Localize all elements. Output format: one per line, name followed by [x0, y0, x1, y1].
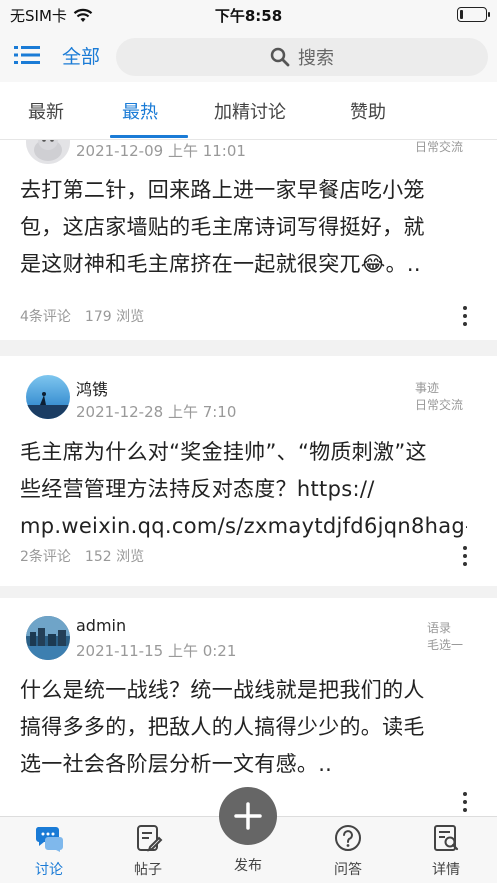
- tab-sponsor[interactable]: 赞助: [350, 98, 386, 124]
- post-tags: 诗词 日常交流: [415, 140, 463, 156]
- avatar[interactable]: [26, 140, 70, 164]
- publish-fab-button[interactable]: [219, 787, 277, 845]
- chat-icon: [35, 827, 63, 852]
- more-options-icon[interactable]: [461, 544, 469, 568]
- plus-icon: [234, 802, 262, 830]
- post-meta: 2条评论 152 浏览: [20, 546, 144, 566]
- tag[interactable]: 日常交流: [415, 397, 463, 414]
- post-body[interactable]: 去打第二针，回来路上进一家早餐店吃小笼 包，这店家墙贴的毛主席诗词写得挺好，就 …: [20, 172, 467, 283]
- avatar[interactable]: [26, 616, 70, 660]
- author-name[interactable]: 鸿镌: [76, 376, 108, 400]
- more-options-icon[interactable]: [461, 790, 469, 814]
- nav-qa[interactable]: 问答: [318, 823, 378, 879]
- battery-icon: [457, 7, 490, 22]
- post-text-line: 包，这店家墙贴的毛主席诗词写得挺好，就: [20, 215, 425, 239]
- post-text-line: 什么是统一战线？统一战线就是把我们的人: [20, 678, 425, 702]
- search-input[interactable]: 搜索: [116, 38, 488, 76]
- question-icon: [335, 825, 361, 851]
- nav-label: 帖子: [134, 862, 162, 878]
- post-text-line: 去打第二针，回来路上进一家早餐店吃小笼: [20, 178, 425, 202]
- landscape-avatar-icon: [26, 375, 70, 419]
- post-feed[interactable]: 巴然 2021-12-09 上午 11:01 诗词 日常交流 去打第二针，回来路…: [0, 140, 497, 816]
- post-date: 2021-12-09 上午 11:01: [76, 142, 246, 160]
- post-tags: 事迹 日常交流: [415, 380, 463, 414]
- author-name[interactable]: admin: [76, 616, 126, 635]
- top-bar: 全部 搜索: [0, 30, 497, 82]
- post-text-line: 搞得多多的，把敌人的人搞得少少的。读毛: [20, 715, 425, 739]
- post-text-line: 选一社会各阶层分析一文有感。..: [20, 752, 333, 776]
- post-date: 2021-12-28 上午 7:10: [76, 403, 237, 421]
- tab-featured[interactable]: 加精讨论: [214, 98, 286, 124]
- menu-list-icon[interactable]: [14, 44, 40, 66]
- post-text-line: 是这财神和毛主席挤在一起就很突兀😂。..: [20, 252, 421, 276]
- tab-latest[interactable]: 最新: [28, 98, 64, 124]
- post-card[interactable]: 巴然 2021-12-09 上午 11:01 诗词 日常交流 去打第二针，回来路…: [0, 140, 497, 340]
- post-date: 2021-11-15 上午 0:21: [76, 642, 237, 660]
- more-options-icon[interactable]: [461, 304, 469, 328]
- nav-posts[interactable]: 帖子: [118, 823, 178, 879]
- tag[interactable]: 语录: [427, 620, 463, 637]
- detail-search-icon: [434, 825, 459, 851]
- nav-label: 发布: [234, 858, 262, 874]
- edit-note-icon: [137, 825, 163, 852]
- tag[interactable]: 毛选一: [427, 637, 463, 654]
- nav-label: 讨论: [35, 862, 63, 878]
- view-count: 179 浏览: [84, 309, 145, 325]
- post-card[interactable]: admin 2021-11-15 上午 0:21 语录 毛选一 什么是统一战线？…: [0, 598, 497, 816]
- nav-publish[interactable]: 发布: [218, 855, 278, 875]
- city-avatar-icon: [26, 616, 70, 660]
- post-card[interactable]: 鸿镌 2021-12-28 上午 7:10 事迹 日常交流 毛主席为什么对“奖金…: [0, 356, 497, 586]
- tag[interactable]: 事迹: [415, 380, 463, 397]
- search-icon: [270, 47, 290, 67]
- nav-label: 详情: [432, 862, 460, 878]
- post-text-line: mp.weixin.qq.com/s/zxmaytdjfd6jqn8hag--.…: [20, 514, 467, 538]
- search-placeholder: 搜索: [298, 48, 334, 69]
- post-text-line: 些经营管理方法持反对态度？https://: [20, 477, 375, 501]
- view-count: 152 浏览: [84, 549, 145, 565]
- tab-bar: 最新 最热 加精讨论 赞助: [0, 82, 497, 140]
- cat-avatar-icon: [26, 140, 70, 164]
- post-text-line: 毛主席为什么对“奖金挂帅”、“物质刺激”这: [20, 440, 427, 464]
- post-body[interactable]: 毛主席为什么对“奖金挂帅”、“物质刺激”这 些经营管理方法持反对态度？https…: [20, 434, 467, 545]
- nav-label: 问答: [334, 862, 362, 878]
- tab-hottest[interactable]: 最热: [122, 98, 158, 124]
- status-bar: 无SIM卡 下午8:58: [0, 0, 497, 30]
- active-tab-indicator: [110, 135, 188, 138]
- post-body[interactable]: 什么是统一战线？统一战线就是把我们的人 搞得多多的，把敌人的人搞得少少的。读毛 …: [20, 672, 467, 783]
- all-category-button[interactable]: 全部: [62, 42, 100, 69]
- avatar[interactable]: [26, 375, 70, 419]
- comment-count[interactable]: 2条评论: [20, 546, 71, 566]
- nav-discussion[interactable]: 讨论: [19, 823, 79, 879]
- post-meta: 4条评论 179 浏览: [20, 306, 144, 326]
- comment-count[interactable]: 4条评论: [20, 306, 71, 326]
- tag[interactable]: 日常交流: [415, 140, 463, 156]
- nav-details[interactable]: 详情: [416, 823, 476, 879]
- battery-level: [460, 10, 463, 19]
- status-time: 下午8:58: [214, 7, 283, 25]
- post-tags: 语录 毛选一: [427, 620, 463, 654]
